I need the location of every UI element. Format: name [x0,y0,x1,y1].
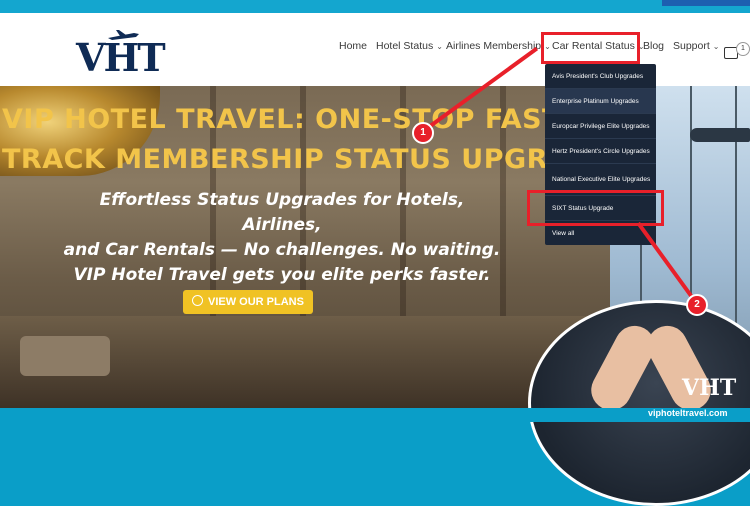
hero-subtitle-line3: VIP Hotel Travel gets you elite perks fa… [73,265,491,285]
nav-blog[interactable]: Blog [643,40,664,52]
hand-image [640,318,718,418]
arrow-right-circle-icon [192,295,204,306]
nav-airlines-label: Airlines Membership [446,40,542,52]
watermark-domain: viphoteltravel.com [648,408,728,418]
top-band [0,0,750,13]
nav-home[interactable]: Home [339,40,367,52]
chevron-down-icon: ⌄ [436,42,443,51]
lobby-sofa [20,336,110,376]
dropdown-item-label: Europcar Privilege Elite Upgrades [552,122,650,130]
step-badge-1: 1 [412,122,434,144]
nav-blog-label: Blog [643,40,665,52]
nav-hotel-status-label: Hotel Status [376,40,434,52]
nav-support-label: Support [673,40,710,52]
chevron-down-icon: ⌄ [712,42,720,51]
dropdown-item-label: Avis President's Club Upgrades [552,72,644,80]
screenshot-frame: VHT Home Hotel Status ⌄ Airlines Membersh… [0,0,750,506]
hero-subtitle-line2: and Car Rentals — No challenges. No wait… [63,240,501,260]
highlight-box-car-rental [541,32,640,64]
hero-headline: VIP HOTEL TRAVEL: ONE-STOP FAST TRACK ME… [2,100,611,180]
cta-label: VIEW OUR PLANS [208,296,304,308]
dropdown-item-label: Enterprise Platinum Upgrades [552,97,639,105]
cart-count-badge: 1 [736,42,750,56]
watermark-logo: VHT [682,375,737,401]
hero-subtitle-line1: Effortless Status Upgrades for Hotels, A… [99,190,465,235]
dropdown-item-europcar[interactable]: Europcar Privilege Elite Upgrades [545,114,656,139]
hero-headline-line1: VIP HOTEL TRAVEL: ONE-STOP FAST [2,104,561,135]
dropdown-item-label: National Executive Elite Upgrades [552,176,651,183]
dropdown-item-label: View all [552,230,575,237]
hero-subtitle: Effortless Status Upgrades for Hotels, A… [62,188,502,288]
hero-headline-line2: TRACK MEMBERSHIP STATUS UPGRADE [2,144,612,175]
highlight-box-sixt [527,190,664,226]
dropdown-item-enterprise[interactable]: Enterprise Platinum Upgrades [545,89,656,114]
airplane-image [690,128,750,142]
nav-hotel-status[interactable]: Hotel Status ⌄ [376,40,443,52]
dropdown-item-hertz[interactable]: Hertz President's Circle Upgrades [545,139,656,164]
bottom-band [0,408,750,422]
top-band-chip [662,0,750,6]
dropdown-item-label: Hertz President's Circle Upgrades [552,147,650,155]
nav-home-label: Home [339,40,368,52]
dropdown-item-avis[interactable]: Avis President's Club Upgrades [545,64,656,89]
nav-support[interactable]: Support ⌄ [673,40,719,52]
step-badge-2: 2 [686,294,708,316]
view-our-plans-button[interactable]: VIEW OUR PLANS [183,290,313,314]
